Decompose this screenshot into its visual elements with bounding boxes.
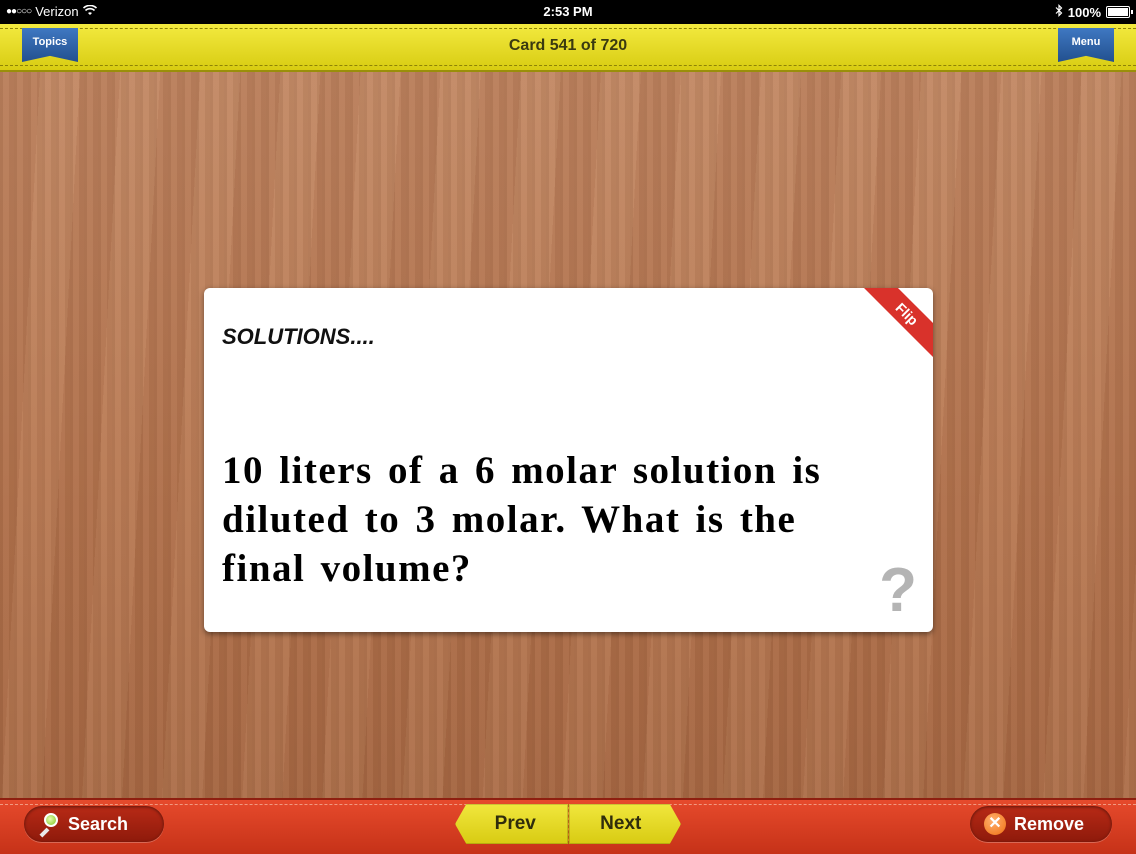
remove-button[interactable]: ✕ Remove	[970, 806, 1112, 842]
prev-next-group: Prev Next	[455, 804, 681, 844]
flash-card[interactable]: SOLUTIONS.... 10 liters of a 6 molar sol…	[204, 288, 933, 632]
next-button[interactable]: Next	[568, 804, 681, 844]
question-mark-icon: ?	[879, 556, 917, 625]
battery-fill	[1108, 8, 1128, 16]
card-counter-title: Card 541 of 720	[508, 37, 628, 54]
battery-icon	[1106, 6, 1133, 18]
search-button[interactable]: Search	[24, 806, 164, 842]
close-icon: ✕	[984, 813, 1006, 835]
status-time: 2:53 PM	[543, 4, 593, 19]
search-icon	[38, 813, 60, 838]
status-bar: ●●○○○ Verizon 2:53 PM 100%	[0, 0, 1136, 24]
top-bar: Topics Card 541 of 720 Menu	[0, 24, 1136, 72]
bluetooth-icon	[1055, 4, 1063, 20]
battery-percent: 100%	[1067, 4, 1101, 20]
remove-label: Remove	[1014, 813, 1085, 834]
card-topic: SOLUTIONS....	[222, 324, 375, 349]
search-label: Search	[68, 813, 129, 834]
flip-label: Flip	[863, 288, 933, 362]
bottom-bar: Search Prev Next ✕ Remove	[0, 798, 1136, 854]
menu-button[interactable]: Menu	[1058, 28, 1114, 62]
prev-button[interactable]: Prev	[455, 804, 569, 844]
flip-button[interactable]: Flip	[863, 288, 933, 362]
card-question: 10 liters of a 6 molar solution is dilut…	[222, 449, 822, 590]
status-right: 100%	[1055, 4, 1133, 20]
